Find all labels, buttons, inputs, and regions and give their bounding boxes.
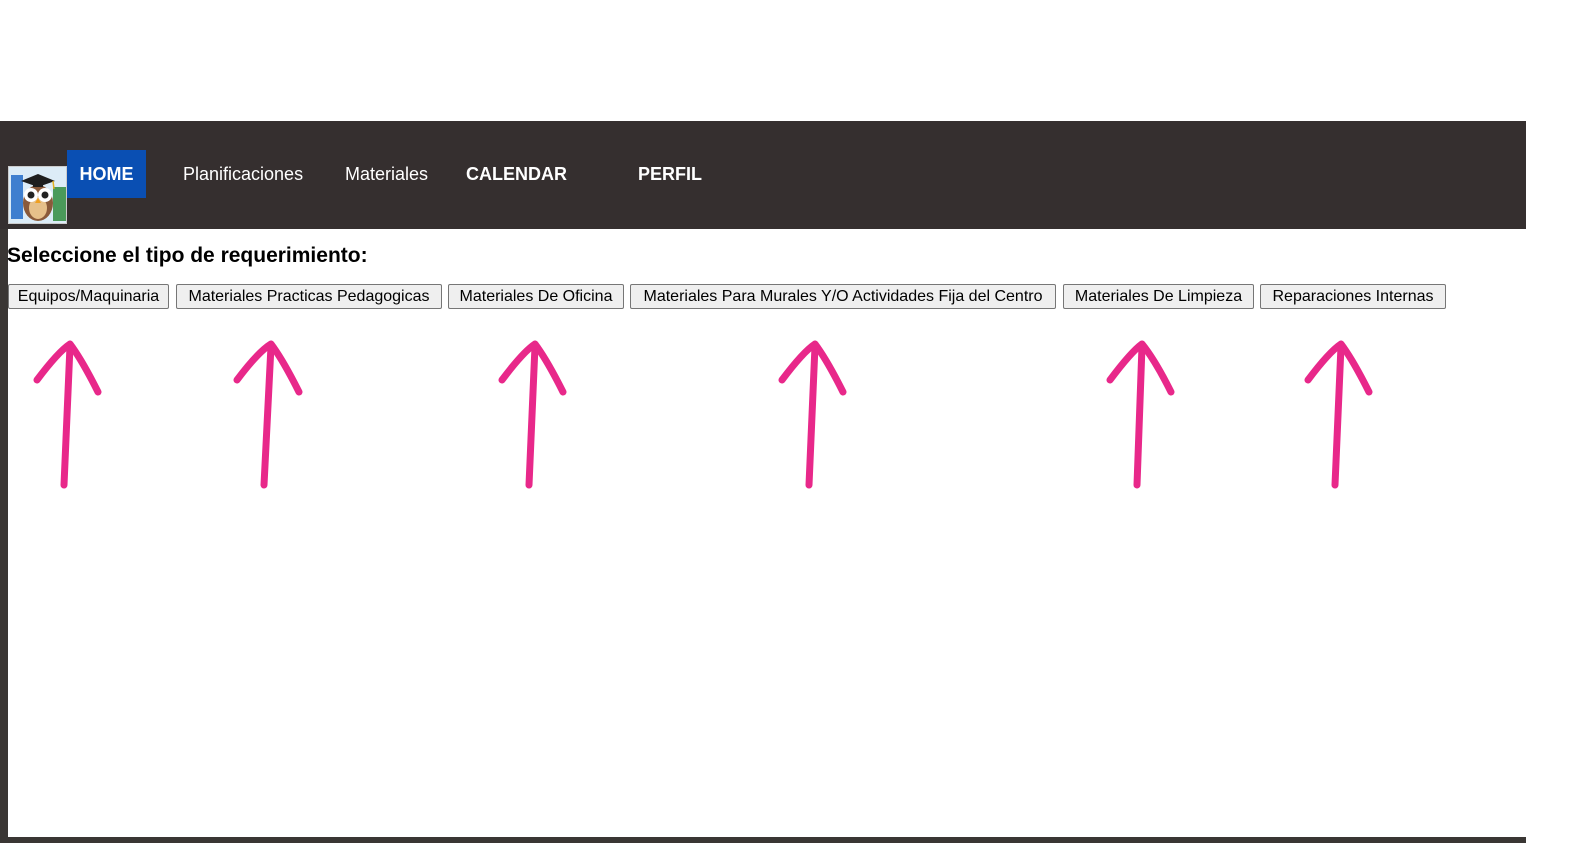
- materiales-murales-button[interactable]: Materiales Para Murales Y/O Actividades …: [630, 284, 1056, 309]
- frame-bottom-border: [0, 837, 1526, 843]
- materiales-practicas-pedagogicas-button[interactable]: Materiales Practicas Pedagogicas: [176, 284, 442, 309]
- nav-perfil[interactable]: PERFIL: [638, 150, 702, 198]
- reparaciones-internas-button[interactable]: Reparaciones Internas: [1260, 284, 1446, 309]
- nav-materiales[interactable]: Materiales: [345, 150, 428, 198]
- nav-planificaciones[interactable]: Planificaciones: [183, 150, 303, 198]
- page-heading: Seleccione el tipo de requerimiento:: [7, 244, 368, 267]
- app-frame: [0, 121, 1526, 843]
- nav-home[interactable]: HOME: [67, 150, 146, 198]
- nav-calendar[interactable]: CALENDAR: [466, 150, 567, 198]
- materiales-de-limpieza-button[interactable]: Materiales De Limpieza: [1063, 284, 1254, 309]
- owl-logo-icon[interactable]: [8, 166, 67, 224]
- materiales-de-oficina-button[interactable]: Materiales De Oficina: [448, 284, 624, 309]
- equipos-maquinaria-button[interactable]: Equipos/Maquinaria: [8, 284, 169, 309]
